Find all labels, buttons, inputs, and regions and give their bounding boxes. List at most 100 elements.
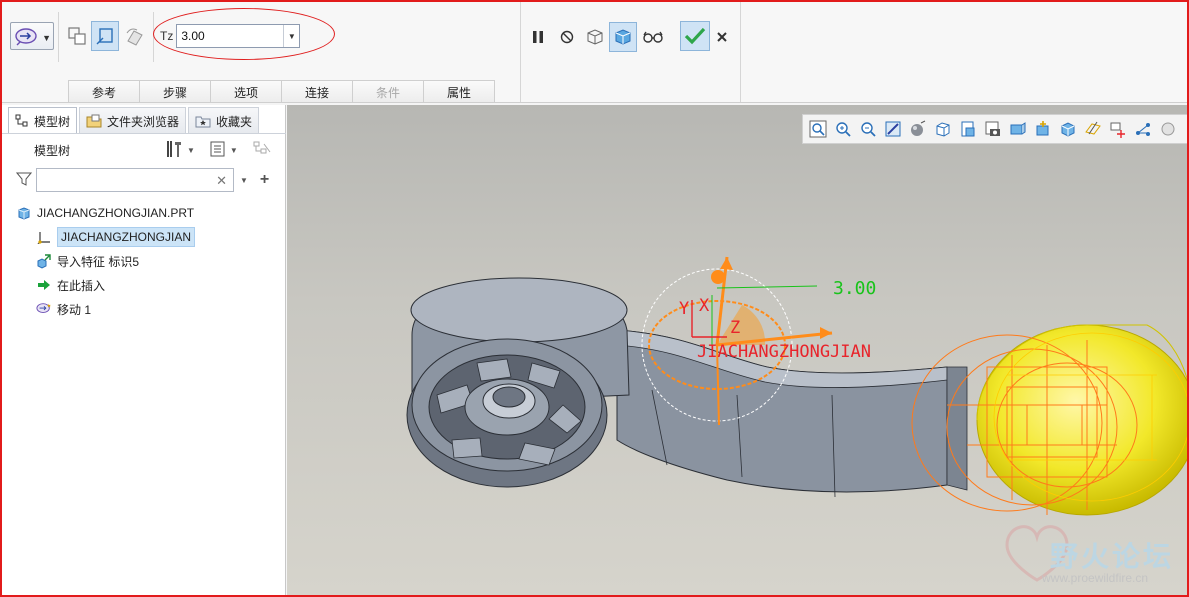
checkmark-icon xyxy=(684,27,706,45)
tab-options[interactable]: 选项 xyxy=(210,80,282,103)
orientation-cube-icon xyxy=(936,122,950,137)
datum-axes-icon xyxy=(1110,122,1125,138)
perspective-button[interactable] xyxy=(982,118,1004,140)
model-scene: 3.00 Y X Z JIACHANGZHONGJIAN xyxy=(406,256,1187,582)
datum-filter-icon xyxy=(1010,122,1026,135)
saved-orientations-button[interactable] xyxy=(932,118,954,140)
ribbon-divider xyxy=(520,2,521,103)
annotation-ellipse xyxy=(153,8,335,60)
point-display-button[interactable] xyxy=(1132,118,1154,140)
tree-item-label: 移动 1 xyxy=(57,302,92,317)
translate-plane-icon xyxy=(96,28,113,45)
part-icon xyxy=(16,205,32,221)
ribbon-dashboard: ▼ Tz 3.00 ▼ 参考 步骤 选项 连接 条件 属性 xyxy=(2,2,1187,103)
csys-name-label: JIACHANGZHONGJIAN xyxy=(697,342,871,362)
no-preview-icon xyxy=(560,30,574,44)
pause-button[interactable] xyxy=(528,26,548,48)
preview-solid-button[interactable] xyxy=(609,22,637,52)
favorites-icon xyxy=(195,114,211,128)
glasses-icon xyxy=(643,31,663,43)
close-icon xyxy=(717,32,727,42)
no-preview-button[interactable] xyxy=(557,26,577,48)
shaded-edges-icon xyxy=(1061,122,1075,137)
tree-item-part[interactable]: JIACHANGZHONGJIAN.PRT xyxy=(16,201,284,225)
copy-squares-icon xyxy=(68,27,86,45)
zoom-out-button[interactable] xyxy=(857,118,879,140)
tab-underline xyxy=(2,133,286,134)
preview-wireframe-button[interactable] xyxy=(583,24,607,50)
rotate-button[interactable] xyxy=(122,22,148,50)
repaint-button[interactable] xyxy=(882,118,904,140)
tree-item-csys[interactable]: JIACHANGZHONGJIAN xyxy=(16,225,284,249)
view-toolbar xyxy=(802,114,1187,144)
tab-folder-browser[interactable]: 文件夹浏览器 xyxy=(79,107,187,134)
more-view-options-button[interactable] xyxy=(1157,118,1179,140)
move-feature-icon xyxy=(36,301,52,317)
datum-display-button[interactable] xyxy=(1007,118,1029,140)
camera-icon xyxy=(985,121,1000,136)
circle-more-icon xyxy=(1161,122,1175,136)
add-filter-icon[interactable]: + xyxy=(260,171,269,189)
view-manager-icon xyxy=(961,121,975,137)
tree-columns-icon xyxy=(252,140,272,161)
folder-browser-icon xyxy=(86,114,102,128)
tab-steps[interactable]: 步骤 xyxy=(139,80,211,103)
shaded-edges-button[interactable] xyxy=(1057,118,1079,140)
tree-item-import-feature[interactable]: 导入特征 标识5 xyxy=(16,249,284,273)
graphics-viewport[interactable]: 3.00 Y X Z JIACHANGZHONGJIAN 野火论坛 www.pr… xyxy=(287,105,1187,595)
pause-icon xyxy=(533,31,543,43)
model-tree-title: 模型树 xyxy=(34,144,71,158)
cancel-button[interactable] xyxy=(712,26,732,48)
chevron-down-icon[interactable]: ▼ xyxy=(240,176,248,185)
tree-item-move[interactable]: 移动 1 xyxy=(16,297,284,321)
navigator-panel: 模型树 文件夹浏览器 收藏夹 模型树 ▼ ▼ ✕ ▼ + JIACHANGZHO… xyxy=(2,105,286,595)
tab-connections[interactable]: 连接 xyxy=(281,80,353,103)
csys-axis-y: Y xyxy=(679,299,689,319)
datum-planes-button[interactable] xyxy=(1082,118,1104,140)
moved-component xyxy=(911,324,1187,516)
watermark-text: 野火论坛 xyxy=(1050,541,1175,572)
zoom-in-button[interactable] xyxy=(832,118,854,140)
chevron-down-icon: ▼ xyxy=(42,33,51,43)
import-feature-icon xyxy=(36,253,52,269)
tab-model-tree[interactable]: 模型树 xyxy=(8,107,78,134)
repaint-icon xyxy=(885,121,901,137)
zoom-in-icon xyxy=(836,122,851,137)
move-type-selector[interactable]: ▼ xyxy=(10,22,54,50)
chevron-down-icon[interactable]: ▼ xyxy=(187,146,195,155)
tab-references[interactable]: 参考 xyxy=(68,80,140,103)
translate-copy-button[interactable] xyxy=(64,22,90,50)
clear-icon[interactable]: ✕ xyxy=(216,173,227,189)
preview-solid-icon xyxy=(615,29,631,45)
tab-conditions: 条件 xyxy=(352,80,424,103)
tab-folder-browser-label: 文件夹浏览器 xyxy=(107,114,180,129)
verify-button[interactable] xyxy=(641,26,665,48)
show-list-icon[interactable] xyxy=(209,140,227,161)
datum-axes-button[interactable] xyxy=(1107,118,1129,140)
tab-properties[interactable]: 属性 xyxy=(423,80,495,103)
tree-search-input[interactable]: ✕ xyxy=(36,168,234,192)
dimension-value[interactable]: 3.00 xyxy=(833,278,876,299)
refit-button[interactable] xyxy=(807,118,829,140)
shading-sphere-icon xyxy=(911,120,926,136)
tab-favorites[interactable]: 收藏夹 xyxy=(188,107,260,134)
filter-funnel-icon[interactable] xyxy=(15,171,33,190)
datum-planes-icon xyxy=(1085,121,1101,135)
ribbon-divider xyxy=(740,2,741,103)
csys-icon xyxy=(36,229,52,245)
tree-item-insert-here[interactable]: 在此插入 xyxy=(16,273,284,297)
spin-center-icon xyxy=(1036,121,1049,136)
tree-item-label: 导入特征 标识5 xyxy=(57,254,140,269)
chevron-down-icon[interactable]: ▼ xyxy=(230,146,238,155)
translate-button[interactable] xyxy=(91,21,119,51)
view-manager-button[interactable] xyxy=(957,118,979,140)
annotation-display-button[interactable] xyxy=(1032,118,1054,140)
zoom-out-icon xyxy=(861,122,876,137)
ok-button[interactable] xyxy=(680,21,710,51)
settings-tools-icon[interactable] xyxy=(164,139,184,162)
preview-wireframe-icon xyxy=(587,29,603,45)
display-style-button[interactable] xyxy=(907,118,929,140)
tree-toolbar: ▼ ▼ xyxy=(164,139,272,162)
insert-here-arrow-icon xyxy=(36,277,52,293)
move-type-icon xyxy=(15,28,37,46)
